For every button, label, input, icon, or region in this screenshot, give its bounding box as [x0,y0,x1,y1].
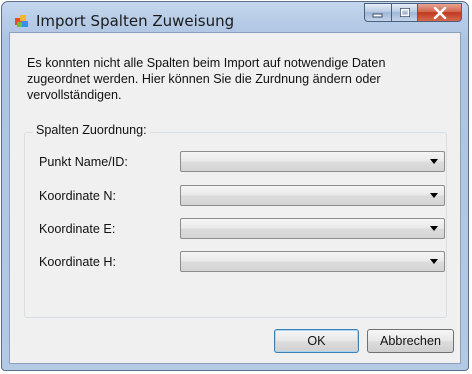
application-icon [14,13,30,29]
dropdown-arrow-icon [430,226,438,231]
label-coordinate-e: Koordinate E: [39,222,116,236]
window-title: Import Spalten Zuweisung [36,12,235,30]
combo-coordinate-h[interactable] [180,251,445,272]
dropdown-arrow-icon [430,193,438,198]
maximize-icon [399,8,410,17]
label-coordinate-n: Koordinate N: [39,189,117,203]
close-button[interactable] [417,3,462,22]
cancel-button[interactable]: Abbrechen [367,329,454,353]
dropdown-arrow-icon [430,259,438,264]
minimize-icon [372,13,383,17]
dialog-window: Import Spalten Zuweisung Es konnten nich… [1,1,469,371]
close-icon [433,6,446,19]
combo-coordinate-n[interactable] [180,185,445,206]
minimize-button[interactable] [364,3,391,22]
info-message: Es konnten nicht alle Spalten beim Impor… [27,56,386,102]
combo-point-name[interactable] [180,151,445,172]
label-coordinate-h: Koordinate H: [39,255,117,269]
maximize-button[interactable] [391,3,417,22]
ok-button[interactable]: OK [274,329,359,353]
dialog-client-area: Es konnten nicht alle Spalten beim Impor… [9,32,461,364]
group-label: Spalten Zuordnung: [33,123,150,137]
combo-coordinate-e[interactable] [180,218,445,239]
caption-buttons [364,3,462,23]
label-point-name: Punkt Name/ID: [39,155,128,169]
dropdown-arrow-icon [430,159,438,164]
